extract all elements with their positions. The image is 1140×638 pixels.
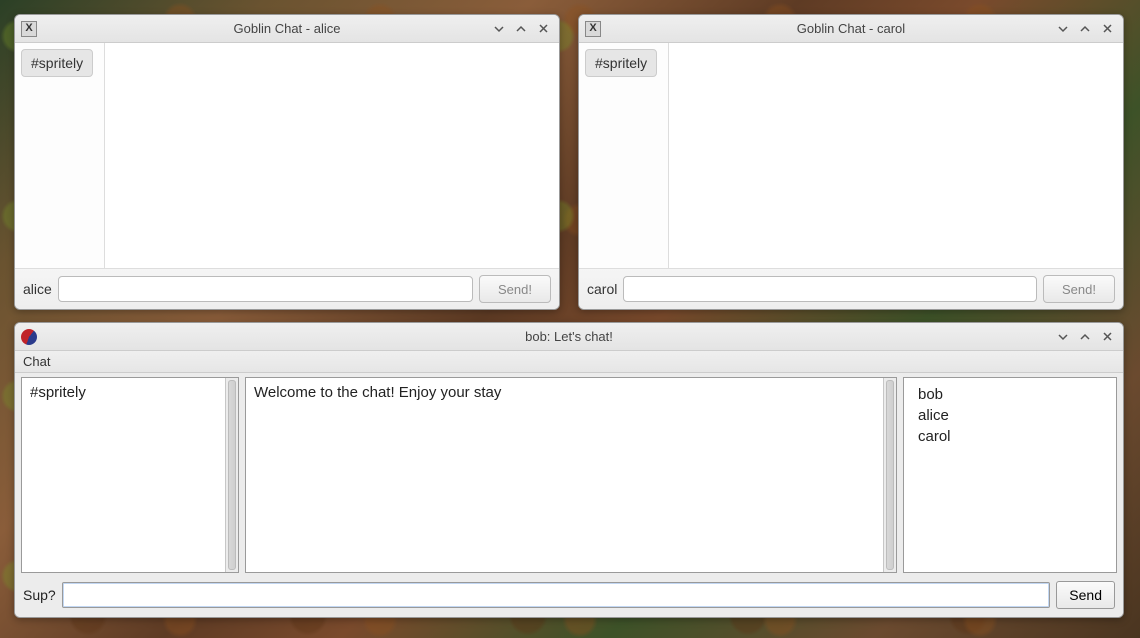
scrollbar[interactable] <box>883 378 896 572</box>
user-list-item[interactable]: carol <box>912 426 1108 447</box>
compose-bar: carol Send! <box>579 268 1123 309</box>
username-label: alice <box>23 281 52 297</box>
welcome-message: Welcome to the chat! Enjoy your stay <box>246 378 896 407</box>
send-button[interactable]: Send <box>1056 581 1115 609</box>
user-list-item[interactable]: bob <box>912 384 1108 405</box>
channel-panel: #spritely <box>21 377 239 573</box>
message-input[interactable] <box>62 582 1051 608</box>
user-list-item[interactable]: alice <box>912 405 1108 426</box>
compose-label: Sup? <box>23 587 56 603</box>
maximize-button[interactable] <box>511 20 531 38</box>
message-area <box>669 43 1123 268</box>
message-panel: Welcome to the chat! Enjoy your stay <box>245 377 897 573</box>
scrollbar-thumb[interactable] <box>228 380 236 570</box>
close-button[interactable] <box>1097 20 1117 38</box>
send-button[interactable]: Send! <box>479 275 551 303</box>
compose-bar: Sup? Send <box>15 575 1123 617</box>
window-alice: X Goblin Chat - alice #spritely alice Se… <box>14 14 560 310</box>
window-title: Goblin Chat - carol <box>579 21 1123 36</box>
username-label: carol <box>587 281 617 297</box>
send-button[interactable]: Send! <box>1043 275 1115 303</box>
chat-body: #spritely Welcome to the chat! Enjoy you… <box>15 373 1123 575</box>
maximize-button[interactable] <box>1075 20 1095 38</box>
menu-bar: Chat <box>15 351 1123 373</box>
channel-spritely[interactable]: #spritely <box>585 49 657 77</box>
window-bob: bob: Let's chat! Chat #spritely Welcome … <box>14 322 1124 618</box>
window-title: bob: Let's chat! <box>15 329 1123 344</box>
scrollbar[interactable] <box>225 378 238 572</box>
x11-icon: X <box>585 21 601 37</box>
menu-chat[interactable]: Chat <box>23 354 50 369</box>
minimize-button[interactable] <box>1053 20 1073 38</box>
titlebar-alice[interactable]: X Goblin Chat - alice <box>15 15 559 43</box>
channel-spritely[interactable]: #spritely <box>21 49 93 77</box>
compose-bar: alice Send! <box>15 268 559 309</box>
channel-list: #spritely <box>579 43 669 268</box>
close-button[interactable] <box>533 20 553 38</box>
close-button[interactable] <box>1097 328 1117 346</box>
minimize-button[interactable] <box>489 20 509 38</box>
chat-main: #spritely <box>15 43 559 268</box>
x11-icon: X <box>21 21 37 37</box>
channel-list: #spritely <box>15 43 105 268</box>
maximize-button[interactable] <box>1075 328 1095 346</box>
racket-icon <box>21 329 37 345</box>
scrollbar-thumb[interactable] <box>886 380 894 570</box>
message-input[interactable] <box>58 276 473 302</box>
minimize-button[interactable] <box>1053 328 1073 346</box>
message-area <box>105 43 559 268</box>
chat-main: #spritely <box>579 43 1123 268</box>
channel-spritely[interactable]: #spritely <box>22 378 238 407</box>
user-panel: bob alice carol <box>903 377 1117 573</box>
titlebar-bob[interactable]: bob: Let's chat! <box>15 323 1123 351</box>
titlebar-carol[interactable]: X Goblin Chat - carol <box>579 15 1123 43</box>
message-input[interactable] <box>623 276 1037 302</box>
window-title: Goblin Chat - alice <box>15 21 559 36</box>
window-carol: X Goblin Chat - carol #spritely carol Se… <box>578 14 1124 310</box>
